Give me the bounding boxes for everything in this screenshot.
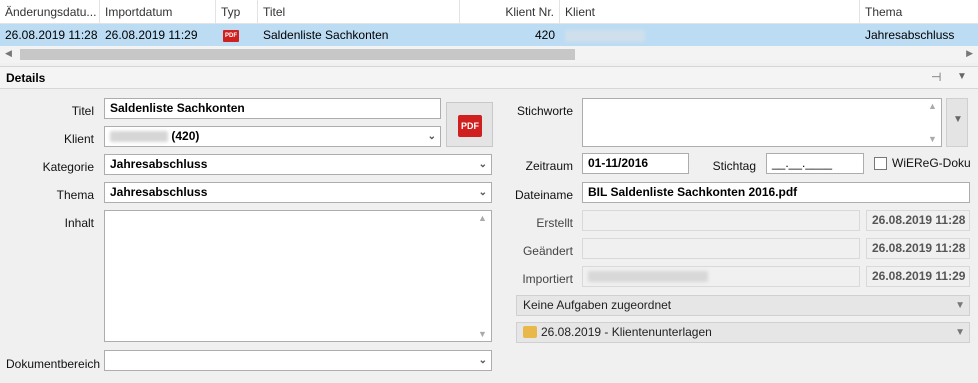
cell-client: [560, 24, 860, 46]
pin-icon[interactable]: ⊣: [931, 70, 941, 84]
modified-date-field: 26.08.2019 11:28: [866, 238, 970, 259]
details-panel-header: Details ⊣ ▼: [0, 66, 978, 89]
scrollbar-thumb[interactable]: [20, 49, 575, 60]
chevron-down-icon[interactable]: ▼: [955, 296, 965, 315]
imported-by-field: [582, 266, 860, 287]
category-select[interactable]: Jahresabschluss ⌄: [104, 154, 492, 175]
cell-title: Saldenliste Sachkonten: [263, 28, 389, 42]
label-doc-area: Dokumentbereich: [6, 357, 101, 371]
label-client: Klient: [63, 132, 94, 146]
scroll-right-icon[interactable]: ▶: [966, 48, 973, 59]
chevron-down-icon[interactable]: ⌄: [428, 127, 436, 146]
collapse-icon[interactable]: ▼: [957, 71, 967, 82]
scroll-up-icon[interactable]: ▲: [478, 213, 487, 223]
cell-changed: 26.08.2019 11:28: [5, 28, 98, 42]
redacted-client-name: [565, 29, 645, 42]
chevron-down-icon[interactable]: ⌄: [479, 351, 487, 370]
label-category: Kategorie: [42, 160, 94, 174]
cell-imported: 26.08.2019 11:29: [105, 28, 198, 42]
doc-area-select[interactable]: ⌄: [104, 350, 492, 371]
content-textarea[interactable]: ▲ ▼: [104, 210, 492, 342]
created-date-field: 26.08.2019 11:28: [866, 210, 970, 231]
folder-dropdown[interactable]: 26.08.2019 - Klientenunterlagen ▼: [516, 322, 970, 343]
col-header-title[interactable]: Titel: [258, 0, 460, 24]
redacted-user-name: [588, 271, 708, 283]
label-period: Zeitraum: [525, 159, 573, 173]
tasks-value: Keine Aufgaben zugeordnet: [523, 298, 672, 312]
chevron-down-icon: ▼: [953, 114, 963, 125]
table-row[interactable]: 26.08.2019 11:28 26.08.2019 11:29 PDF Sa…: [0, 24, 978, 46]
chevron-down-icon[interactable]: ▼: [955, 323, 965, 342]
pdf-icon: PDF: [458, 115, 482, 137]
vertical-scrollbar[interactable]: ▲ ▼: [925, 99, 941, 146]
folder-value: 26.08.2019 - Klientenunterlagen: [541, 325, 712, 339]
tasks-dropdown[interactable]: Keine Aufgaben zugeordnet ▼: [516, 295, 970, 316]
cell-client-no: 420: [534, 28, 555, 42]
col-header-client[interactable]: Klient: [560, 0, 860, 24]
label-wiereg: WiEReG-Doku: [892, 156, 971, 170]
pdf-file-icon: PDF: [223, 29, 239, 42]
topic-value: Jahresabschluss: [110, 185, 208, 199]
scroll-left-icon[interactable]: ◀: [5, 48, 12, 59]
col-header-client-no[interactable]: Klient Nr.: [460, 0, 560, 24]
created-by-field: [582, 210, 860, 231]
filename-field[interactable]: BIL Saldenliste Sachkonten 2016.pdf: [582, 182, 970, 203]
col-header-imported[interactable]: Importdatum: [100, 0, 216, 24]
col-header-topic[interactable]: Thema: [860, 0, 978, 24]
keywords-textarea[interactable]: ▲ ▼: [582, 98, 942, 147]
label-created: Erstellt: [536, 216, 573, 230]
open-pdf-button[interactable]: PDF: [446, 102, 493, 147]
category-value: Jahresabschluss: [110, 157, 208, 171]
keywords-dropdown-button[interactable]: ▼: [946, 98, 968, 147]
label-deadline: Stichtag: [712, 159, 756, 173]
label-content: Inhalt: [64, 216, 94, 230]
cell-type: PDF: [216, 24, 258, 46]
label-topic: Thema: [56, 188, 94, 202]
folder-icon: [523, 325, 537, 338]
client-number: (420): [171, 129, 200, 143]
topic-select[interactable]: Jahresabschluss ⌄: [104, 182, 492, 203]
imported-date-field: 26.08.2019 11:29: [866, 266, 970, 287]
col-header-type[interactable]: Typ: [216, 0, 258, 24]
label-keywords: Stichworte: [516, 104, 573, 118]
col-header-changed[interactable]: Änderungsdatu...: [0, 0, 100, 24]
wiereg-checkbox[interactable]: [874, 157, 887, 170]
modified-by-field: [582, 238, 860, 259]
label-title: Titel: [71, 104, 94, 118]
vertical-scrollbar[interactable]: ▲ ▼: [475, 211, 491, 341]
grid-header: Änderungsdatu... Importdatum Typ Titel K…: [0, 0, 978, 24]
period-field[interactable]: 01-11/2016: [582, 153, 689, 174]
client-select[interactable]: (420) ⌄: [104, 126, 441, 147]
label-imported: Importiert: [522, 272, 573, 286]
details-title: Details: [6, 71, 46, 85]
chevron-down-icon[interactable]: ⌄: [479, 183, 487, 202]
cell-topic: Jahresabschluss: [865, 28, 955, 42]
scroll-down-icon[interactable]: ▼: [928, 134, 937, 144]
title-field[interactable]: Saldenliste Sachkonten: [104, 98, 441, 119]
redacted-client-name: [110, 131, 168, 143]
chevron-down-icon[interactable]: ⌄: [479, 155, 487, 174]
deadline-field[interactable]: __.__.____: [766, 153, 864, 174]
scroll-down-icon[interactable]: ▼: [478, 329, 487, 339]
horizontal-scrollbar[interactable]: ◀ ▶: [0, 46, 978, 63]
label-filename: Dateiname: [514, 188, 573, 202]
scroll-up-icon[interactable]: ▲: [928, 101, 937, 111]
label-modified: Geändert: [522, 244, 573, 258]
